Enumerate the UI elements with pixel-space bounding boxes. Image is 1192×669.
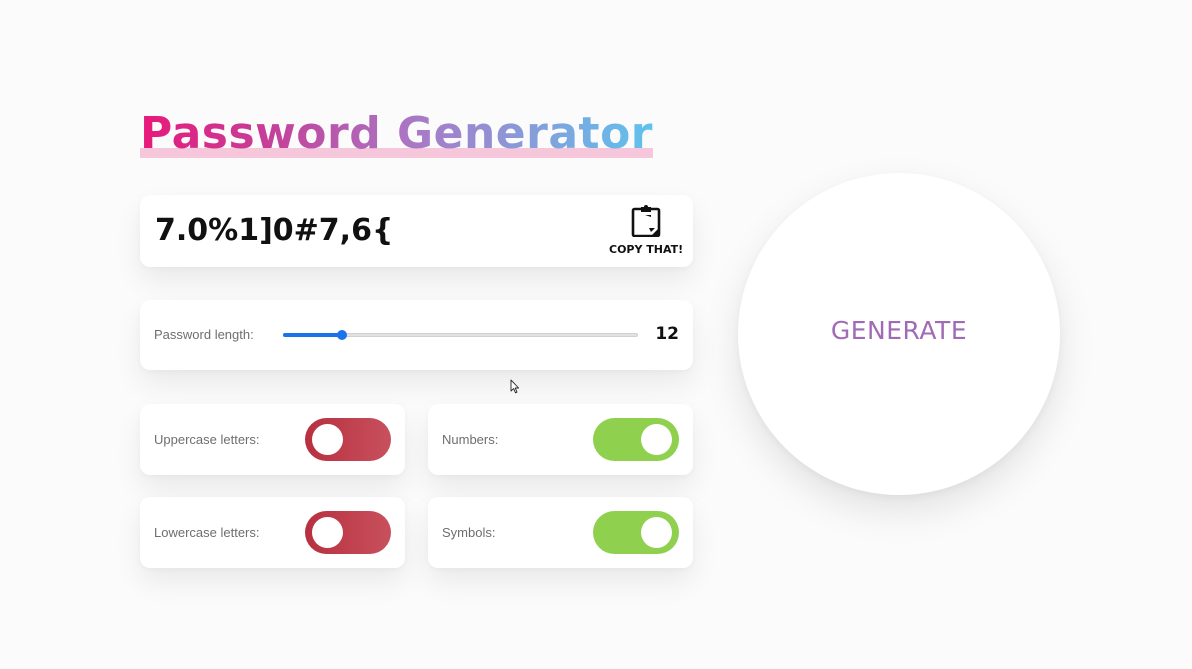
lowercase-toggle[interactable]: [305, 511, 391, 554]
toggle-knob: [312, 424, 343, 455]
option-uppercase: Uppercase letters:: [140, 404, 405, 475]
password-output: 7.0%1]0#7,6{: [155, 213, 394, 248]
copy-button[interactable]: COPY THAT!: [609, 201, 683, 263]
toggle-knob: [641, 424, 672, 455]
uppercase-toggle[interactable]: [305, 418, 391, 461]
page-title: Password Generator: [140, 106, 653, 162]
option-symbols: Symbols:: [428, 497, 693, 568]
mouse-cursor-icon: [510, 379, 520, 394]
generate-button[interactable]: GENERATE: [738, 173, 1060, 495]
numbers-label: Numbers:: [442, 432, 499, 447]
page-title-wrap: Password Generator: [140, 106, 654, 162]
password-output-card: 7.0%1]0#7,6{ COPY THAT!: [140, 195, 693, 267]
length-value: 12: [655, 324, 679, 344]
toggle-knob: [641, 517, 672, 548]
lowercase-label: Lowercase letters:: [154, 525, 260, 540]
option-lowercase: Lowercase letters:: [140, 497, 405, 568]
toggle-knob: [312, 517, 343, 548]
clipboard-icon: [631, 205, 661, 237]
slider-fill: [283, 333, 342, 337]
copy-button-label: COPY THAT!: [609, 243, 684, 256]
length-card: Password length: 12: [140, 300, 693, 370]
symbols-label: Symbols:: [442, 525, 496, 540]
generate-label: GENERATE: [830, 316, 968, 345]
option-numbers: Numbers:: [428, 404, 693, 475]
uppercase-label: Uppercase letters:: [154, 432, 260, 447]
length-label: Password length:: [154, 327, 254, 342]
slider-thumb[interactable]: [336, 330, 347, 340]
symbols-toggle[interactable]: [593, 511, 679, 554]
numbers-toggle[interactable]: [593, 418, 679, 461]
length-slider[interactable]: [283, 330, 638, 340]
